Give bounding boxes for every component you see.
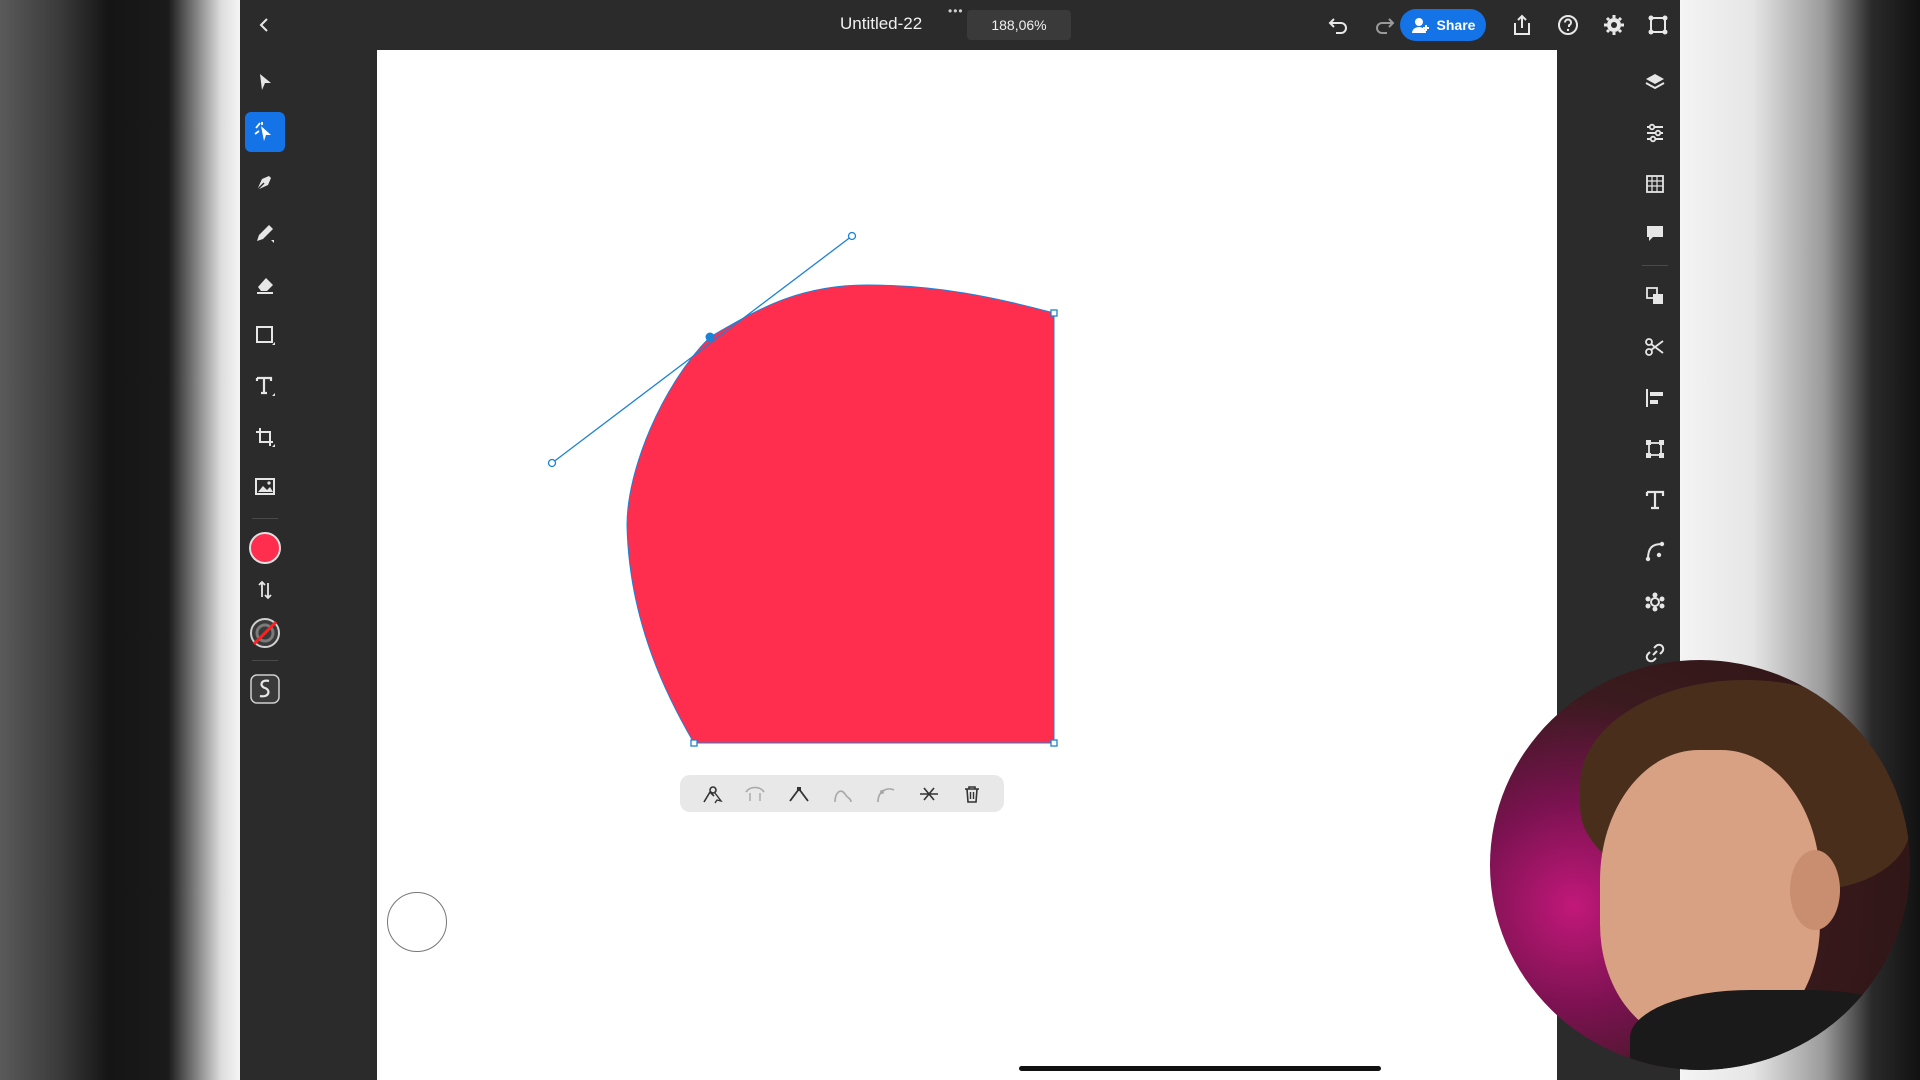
- anchor-point[interactable]: [690, 739, 698, 747]
- redo-icon[interactable]: [1365, 0, 1405, 50]
- properties-icon[interactable]: [1635, 113, 1675, 153]
- share-user-icon: [1411, 18, 1429, 33]
- webcam-person-shirt: [1630, 990, 1910, 1070]
- fill-swatch-icon: [249, 532, 281, 564]
- stroke-none-icon: [250, 618, 280, 648]
- artboard-tool-icon[interactable]: [245, 417, 285, 457]
- fill-color-swatch[interactable]: [245, 528, 285, 568]
- transform-icon[interactable]: [1635, 429, 1675, 469]
- share-button[interactable]: Share: [1400, 9, 1486, 41]
- align-icon[interactable]: [1635, 378, 1675, 418]
- anchor-point[interactable]: [1050, 739, 1058, 747]
- swatches-icon[interactable]: [1635, 164, 1675, 204]
- share-label: Share: [1436, 17, 1476, 33]
- remove-anchor-icon[interactable]: [828, 780, 856, 808]
- top-bar: ••• Untitled-22 188,06% Share: [240, 0, 1680, 50]
- home-indicator: [1019, 1066, 1381, 1071]
- selected-anchor-point[interactable]: [705, 332, 715, 342]
- rectangle-tool-icon[interactable]: [245, 315, 285, 355]
- pen-tool-icon[interactable]: [245, 162, 285, 202]
- red-shape[interactable]: [626, 284, 1055, 744]
- smooth-points-icon[interactable]: [741, 780, 769, 808]
- stroke-color-swatch[interactable]: [245, 613, 285, 653]
- direct-selection-tool-icon[interactable]: [245, 112, 285, 152]
- comments-icon[interactable]: [1635, 214, 1675, 254]
- shape-select-icon[interactable]: [1638, 0, 1678, 50]
- delete-icon[interactable]: [958, 780, 986, 808]
- document-title[interactable]: Untitled-22: [840, 14, 922, 34]
- undo-icon[interactable]: [1318, 0, 1358, 50]
- pencil-tool-icon[interactable]: [245, 213, 285, 253]
- touch-modifier-icon[interactable]: [245, 669, 285, 709]
- anchor-point[interactable]: [1050, 309, 1058, 317]
- cut-icon[interactable]: [1635, 327, 1675, 367]
- selection-tool-icon[interactable]: [245, 62, 285, 102]
- settings-icon[interactable]: [1594, 0, 1634, 50]
- cut-path-icon[interactable]: [915, 780, 943, 808]
- add-anchor-icon[interactable]: [871, 780, 899, 808]
- layers-icon[interactable]: [1635, 62, 1675, 102]
- back-icon[interactable]: [245, 0, 285, 50]
- touch-shortcut-button[interactable]: [387, 892, 447, 952]
- zoom-level[interactable]: 188,06%: [967, 10, 1071, 40]
- toolbar-divider: [252, 660, 278, 661]
- help-icon[interactable]: [1548, 0, 1588, 50]
- corner-point-icon[interactable]: [785, 780, 813, 808]
- path-icon[interactable]: [1635, 531, 1675, 571]
- canvas-drawing: [547, 231, 1058, 747]
- symbols-icon[interactable]: [1635, 582, 1675, 622]
- anchor-point-toolbar: [680, 775, 1004, 812]
- toolbar-divider: [1642, 265, 1668, 266]
- left-toolbar: [240, 50, 290, 1080]
- image-tool-icon[interactable]: [245, 467, 285, 507]
- text-properties-icon[interactable]: [1635, 480, 1675, 520]
- swap-colors-icon[interactable]: [245, 570, 285, 610]
- illustrator-app: ••• Untitled-22 188,06% Share: [240, 0, 1680, 1080]
- handle-point-right[interactable]: [847, 231, 857, 241]
- webcam-overlay: [1490, 660, 1910, 1070]
- webcam-person-ear: [1790, 850, 1840, 930]
- export-icon[interactable]: [1502, 0, 1542, 50]
- artboard-canvas[interactable]: [377, 50, 1557, 1080]
- toolbar-divider: [252, 518, 278, 519]
- type-tool-icon[interactable]: [245, 366, 285, 406]
- device-bezel-left: [0, 0, 240, 1080]
- handle-point-left[interactable]: [547, 458, 557, 468]
- eraser-tool-icon[interactable]: [245, 264, 285, 304]
- more-options-icon[interactable]: •••: [948, 4, 964, 18]
- arrange-icon[interactable]: [1635, 276, 1675, 316]
- anchor-point-icon[interactable]: [698, 780, 726, 808]
